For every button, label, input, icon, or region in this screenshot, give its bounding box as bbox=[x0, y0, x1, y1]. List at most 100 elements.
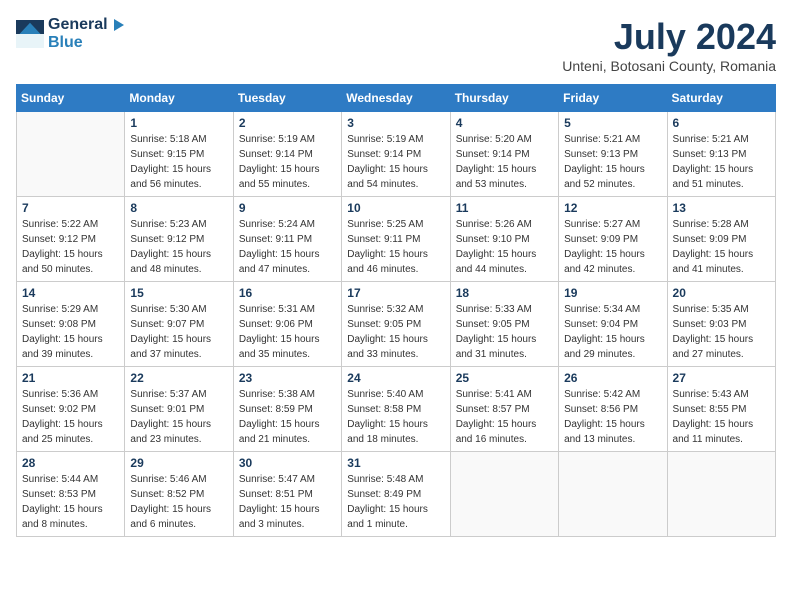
calendar-week-row: 1 Sunrise: 5:18 AMSunset: 9:15 PMDayligh… bbox=[17, 112, 776, 197]
calendar-cell: 13 Sunrise: 5:28 AMSunset: 9:09 PMDaylig… bbox=[667, 197, 775, 282]
calendar-cell bbox=[667, 452, 775, 537]
calendar-week-row: 7 Sunrise: 5:22 AMSunset: 9:12 PMDayligh… bbox=[17, 197, 776, 282]
day-number: 7 bbox=[22, 201, 119, 215]
day-number: 20 bbox=[673, 286, 770, 300]
calendar-cell: 23 Sunrise: 5:38 AMSunset: 8:59 PMDaylig… bbox=[233, 367, 341, 452]
day-number: 1 bbox=[130, 116, 227, 130]
calendar-cell: 24 Sunrise: 5:40 AMSunset: 8:58 PMDaylig… bbox=[342, 367, 450, 452]
weekday-header-saturday: Saturday bbox=[667, 85, 775, 112]
weekday-header-monday: Monday bbox=[125, 85, 233, 112]
weekday-header-row: SundayMondayTuesdayWednesdayThursdayFrid… bbox=[17, 85, 776, 112]
day-number: 12 bbox=[564, 201, 661, 215]
logo: General Blue bbox=[16, 16, 126, 51]
page-header: General Blue July 2024 Unteni, Botosani … bbox=[16, 16, 776, 74]
weekday-header-sunday: Sunday bbox=[17, 85, 125, 112]
calendar-cell: 25 Sunrise: 5:41 AMSunset: 8:57 PMDaylig… bbox=[450, 367, 558, 452]
day-info: Sunrise: 5:40 AMSunset: 8:58 PMDaylight:… bbox=[347, 387, 444, 447]
day-number: 15 bbox=[130, 286, 227, 300]
day-info: Sunrise: 5:23 AMSunset: 9:12 PMDaylight:… bbox=[130, 217, 227, 277]
calendar-cell: 1 Sunrise: 5:18 AMSunset: 9:15 PMDayligh… bbox=[125, 112, 233, 197]
day-number: 25 bbox=[456, 371, 553, 385]
day-info: Sunrise: 5:20 AMSunset: 9:14 PMDaylight:… bbox=[456, 132, 553, 192]
day-info: Sunrise: 5:22 AMSunset: 9:12 PMDaylight:… bbox=[22, 217, 119, 277]
day-number: 19 bbox=[564, 286, 661, 300]
day-info: Sunrise: 5:41 AMSunset: 8:57 PMDaylight:… bbox=[456, 387, 553, 447]
day-info: Sunrise: 5:32 AMSunset: 9:05 PMDaylight:… bbox=[347, 302, 444, 362]
day-info: Sunrise: 5:48 AMSunset: 8:49 PMDaylight:… bbox=[347, 472, 444, 532]
logo-triangle-icon bbox=[110, 17, 126, 33]
calendar-cell: 17 Sunrise: 5:32 AMSunset: 9:05 PMDaylig… bbox=[342, 282, 450, 367]
day-number: 14 bbox=[22, 286, 119, 300]
day-info: Sunrise: 5:36 AMSunset: 9:02 PMDaylight:… bbox=[22, 387, 119, 447]
day-number: 28 bbox=[22, 456, 119, 470]
calendar-cell: 5 Sunrise: 5:21 AMSunset: 9:13 PMDayligh… bbox=[559, 112, 667, 197]
month-title: July 2024 bbox=[562, 16, 776, 58]
day-number: 27 bbox=[673, 371, 770, 385]
day-number: 24 bbox=[347, 371, 444, 385]
day-number: 23 bbox=[239, 371, 336, 385]
calendar-cell: 29 Sunrise: 5:46 AMSunset: 8:52 PMDaylig… bbox=[125, 452, 233, 537]
day-info: Sunrise: 5:21 AMSunset: 9:13 PMDaylight:… bbox=[673, 132, 770, 192]
day-number: 13 bbox=[673, 201, 770, 215]
day-info: Sunrise: 5:28 AMSunset: 9:09 PMDaylight:… bbox=[673, 217, 770, 277]
day-info: Sunrise: 5:18 AMSunset: 9:15 PMDaylight:… bbox=[130, 132, 227, 192]
day-number: 4 bbox=[456, 116, 553, 130]
calendar-cell: 4 Sunrise: 5:20 AMSunset: 9:14 PMDayligh… bbox=[450, 112, 558, 197]
calendar-cell: 2 Sunrise: 5:19 AMSunset: 9:14 PMDayligh… bbox=[233, 112, 341, 197]
day-info: Sunrise: 5:30 AMSunset: 9:07 PMDaylight:… bbox=[130, 302, 227, 362]
day-info: Sunrise: 5:46 AMSunset: 8:52 PMDaylight:… bbox=[130, 472, 227, 532]
calendar-cell: 21 Sunrise: 5:36 AMSunset: 9:02 PMDaylig… bbox=[17, 367, 125, 452]
weekday-header-friday: Friday bbox=[559, 85, 667, 112]
day-info: Sunrise: 5:26 AMSunset: 9:10 PMDaylight:… bbox=[456, 217, 553, 277]
day-number: 2 bbox=[239, 116, 336, 130]
calendar-cell: 18 Sunrise: 5:33 AMSunset: 9:05 PMDaylig… bbox=[450, 282, 558, 367]
day-info: Sunrise: 5:47 AMSunset: 8:51 PMDaylight:… bbox=[239, 472, 336, 532]
day-number: 26 bbox=[564, 371, 661, 385]
logo-blue-text: Blue bbox=[48, 34, 83, 51]
calendar-cell: 26 Sunrise: 5:42 AMSunset: 8:56 PMDaylig… bbox=[559, 367, 667, 452]
day-info: Sunrise: 5:38 AMSunset: 8:59 PMDaylight:… bbox=[239, 387, 336, 447]
day-number: 5 bbox=[564, 116, 661, 130]
calendar-cell: 19 Sunrise: 5:34 AMSunset: 9:04 PMDaylig… bbox=[559, 282, 667, 367]
calendar-cell: 6 Sunrise: 5:21 AMSunset: 9:13 PMDayligh… bbox=[667, 112, 775, 197]
day-info: Sunrise: 5:21 AMSunset: 9:13 PMDaylight:… bbox=[564, 132, 661, 192]
calendar-cell: 8 Sunrise: 5:23 AMSunset: 9:12 PMDayligh… bbox=[125, 197, 233, 282]
day-number: 31 bbox=[347, 456, 444, 470]
day-number: 22 bbox=[130, 371, 227, 385]
logo-icon bbox=[16, 20, 44, 48]
day-number: 30 bbox=[239, 456, 336, 470]
calendar-cell bbox=[17, 112, 125, 197]
day-number: 6 bbox=[673, 116, 770, 130]
day-number: 3 bbox=[347, 116, 444, 130]
calendar-cell: 16 Sunrise: 5:31 AMSunset: 9:06 PMDaylig… bbox=[233, 282, 341, 367]
calendar-cell: 27 Sunrise: 5:43 AMSunset: 8:55 PMDaylig… bbox=[667, 367, 775, 452]
day-number: 17 bbox=[347, 286, 444, 300]
calendar-week-row: 21 Sunrise: 5:36 AMSunset: 9:02 PMDaylig… bbox=[17, 367, 776, 452]
day-number: 21 bbox=[22, 371, 119, 385]
day-info: Sunrise: 5:35 AMSunset: 9:03 PMDaylight:… bbox=[673, 302, 770, 362]
day-info: Sunrise: 5:27 AMSunset: 9:09 PMDaylight:… bbox=[564, 217, 661, 277]
calendar-cell: 14 Sunrise: 5:29 AMSunset: 9:08 PMDaylig… bbox=[17, 282, 125, 367]
calendar-cell: 22 Sunrise: 5:37 AMSunset: 9:01 PMDaylig… bbox=[125, 367, 233, 452]
title-area: July 2024 Unteni, Botosani County, Roman… bbox=[562, 16, 776, 74]
day-number: 9 bbox=[239, 201, 336, 215]
day-info: Sunrise: 5:24 AMSunset: 9:11 PMDaylight:… bbox=[239, 217, 336, 277]
day-info: Sunrise: 5:34 AMSunset: 9:04 PMDaylight:… bbox=[564, 302, 661, 362]
calendar-cell: 12 Sunrise: 5:27 AMSunset: 9:09 PMDaylig… bbox=[559, 197, 667, 282]
day-info: Sunrise: 5:25 AMSunset: 9:11 PMDaylight:… bbox=[347, 217, 444, 277]
calendar-cell bbox=[559, 452, 667, 537]
calendar-cell: 28 Sunrise: 5:44 AMSunset: 8:53 PMDaylig… bbox=[17, 452, 125, 537]
day-number: 29 bbox=[130, 456, 227, 470]
day-number: 8 bbox=[130, 201, 227, 215]
day-info: Sunrise: 5:43 AMSunset: 8:55 PMDaylight:… bbox=[673, 387, 770, 447]
logo-general-text: General bbox=[48, 16, 108, 34]
calendar-cell: 10 Sunrise: 5:25 AMSunset: 9:11 PMDaylig… bbox=[342, 197, 450, 282]
calendar-cell: 11 Sunrise: 5:26 AMSunset: 9:10 PMDaylig… bbox=[450, 197, 558, 282]
day-number: 11 bbox=[456, 201, 553, 215]
calendar-week-row: 14 Sunrise: 5:29 AMSunset: 9:08 PMDaylig… bbox=[17, 282, 776, 367]
logo-text: General Blue bbox=[48, 16, 126, 51]
day-info: Sunrise: 5:31 AMSunset: 9:06 PMDaylight:… bbox=[239, 302, 336, 362]
day-number: 16 bbox=[239, 286, 336, 300]
calendar-cell: 31 Sunrise: 5:48 AMSunset: 8:49 PMDaylig… bbox=[342, 452, 450, 537]
day-info: Sunrise: 5:37 AMSunset: 9:01 PMDaylight:… bbox=[130, 387, 227, 447]
